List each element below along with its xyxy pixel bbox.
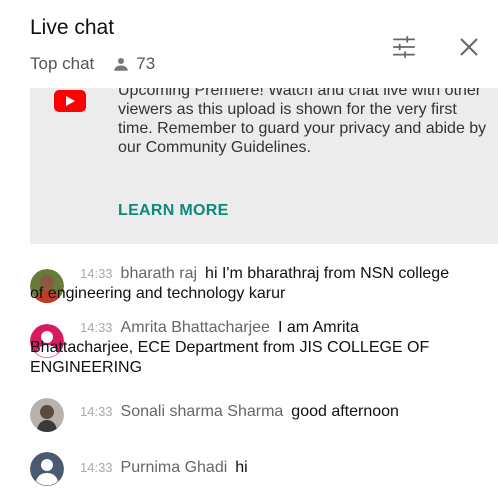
message-text: good afternoon bbox=[291, 403, 399, 420]
viewer-count: 73 bbox=[112, 54, 155, 74]
message-author[interactable]: Sonali sharma Sharma bbox=[121, 403, 284, 420]
close-icon[interactable] bbox=[457, 35, 481, 59]
chat-title: Live chat bbox=[30, 16, 115, 39]
message-author[interactable]: Purnima Ghadi bbox=[121, 459, 228, 476]
message-text-continued: Bhattacharjee, ECE Department from JIS C… bbox=[30, 339, 430, 376]
message-time: 14:33 bbox=[80, 266, 113, 281]
message-author[interactable]: Amrita Bhattacharjee bbox=[121, 319, 270, 336]
message-text: I am Amrita bbox=[277, 319, 359, 336]
message-time: 14:33 bbox=[80, 404, 113, 419]
message-text: hi bbox=[235, 459, 248, 476]
notice-text: Upcoming Premiere! Watch and chat live w… bbox=[118, 88, 487, 156]
premiere-notice: Upcoming Premiere! Watch and chat live w… bbox=[30, 88, 498, 244]
viewer-count-value: 73 bbox=[136, 54, 156, 73]
learn-more-link[interactable]: LEARN MORE bbox=[118, 202, 229, 220]
message-time: 14:33 bbox=[80, 460, 113, 475]
message-text: hi I'm bharathraj from NSN college bbox=[205, 265, 450, 282]
message-time: 14:33 bbox=[80, 320, 113, 335]
tune-icon[interactable] bbox=[391, 34, 417, 60]
chat-mode-selector[interactable]: Top chat 73 bbox=[30, 54, 155, 74]
person-icon bbox=[114, 58, 129, 71]
message-text-continued: of engineering and technology karur bbox=[30, 285, 286, 302]
avatar[interactable] bbox=[30, 452, 64, 486]
chat-mode-label: Top chat bbox=[30, 54, 95, 73]
youtube-logo-icon bbox=[54, 90, 86, 112]
message-author[interactable]: bharath raj bbox=[121, 265, 198, 282]
chat-header: Live chat Top chat 73 bbox=[0, 0, 498, 88]
avatar[interactable] bbox=[30, 398, 64, 432]
